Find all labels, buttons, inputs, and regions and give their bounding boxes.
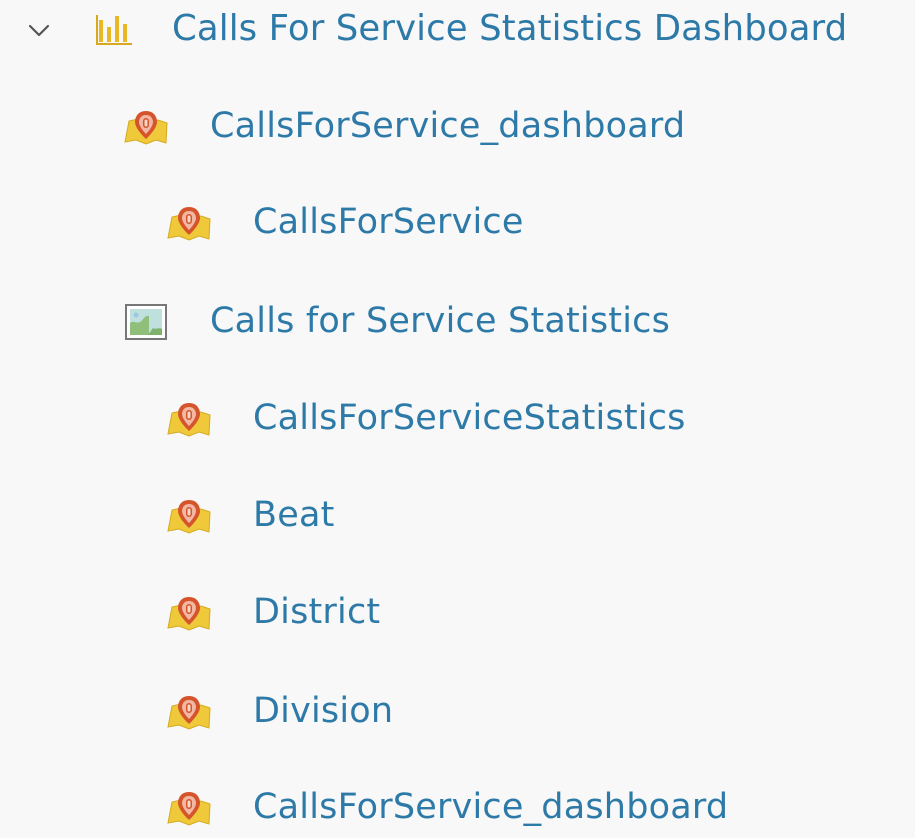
tree-node-label[interactable]: Beat (253, 492, 335, 538)
tree-node-root[interactable]: Calls For Service Statistics Dashboard (0, 0, 915, 60)
tree-node-feature-layer[interactable]: CallsForService (0, 193, 915, 253)
tree-node-label[interactable]: Calls For Service Statistics Dashboard (172, 6, 847, 52)
feature-layer-icon (165, 401, 213, 437)
feature-layer-icon (165, 790, 213, 826)
feature-layer-icon (165, 205, 213, 241)
tree-node-label[interactable]: CallsForServiceStatistics (253, 395, 686, 441)
tree-node-label[interactable]: District (253, 589, 380, 635)
tree-node-feature-layer[interactable]: District (0, 583, 915, 643)
tree-node-label[interactable]: Division (253, 688, 393, 734)
web-map-icon (122, 304, 170, 340)
tree-node-label[interactable]: CallsForService (253, 199, 524, 245)
content-tree: Calls For Service Statistics Dashboard C… (0, 0, 915, 829)
tree-node-feature-layer[interactable]: Division (0, 682, 915, 742)
feature-layer-icon (165, 498, 213, 534)
tree-node-web-map[interactable]: Calls for Service Statistics (0, 292, 915, 352)
feature-layer-icon (122, 109, 170, 145)
tree-node-label[interactable]: Calls for Service Statistics (210, 298, 670, 344)
feature-layer-icon (165, 694, 213, 730)
tree-node-label[interactable]: CallsForService_dashboard (210, 103, 685, 149)
tree-node-feature-layer[interactable]: CallsForService_dashboard (0, 778, 915, 838)
tree-node-label[interactable]: CallsForService_dashboard (253, 784, 728, 830)
tree-node-feature-layer[interactable]: Beat (0, 486, 915, 546)
feature-layer-icon (165, 595, 213, 631)
chevron-down-icon[interactable] (26, 17, 52, 43)
tree-node-feature-layer[interactable]: CallsForServiceStatistics (0, 389, 915, 449)
dashboard-bar-chart-icon (92, 12, 140, 48)
tree-node-feature-layer[interactable]: CallsForService_dashboard (0, 97, 915, 157)
